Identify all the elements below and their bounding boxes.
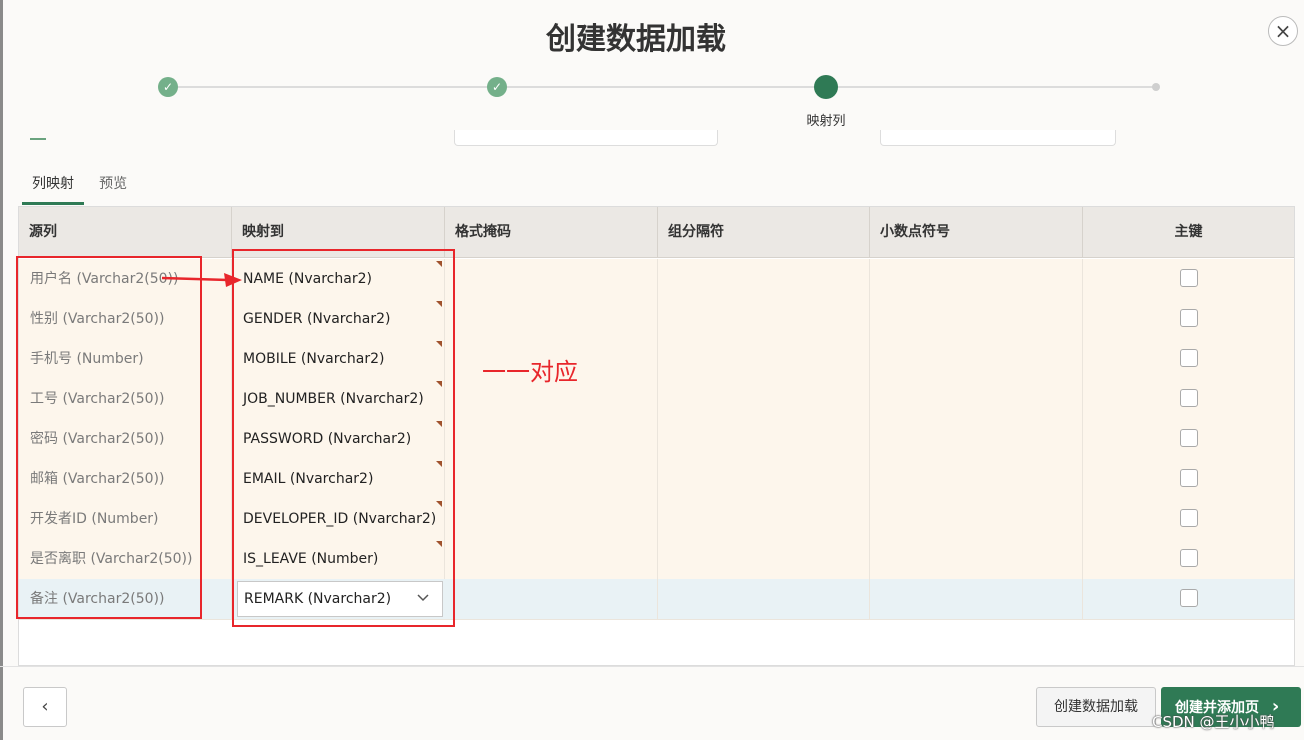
step-current-dot: [814, 75, 838, 99]
primary-key-checkbox[interactable]: [1180, 509, 1198, 527]
primary-key-checkbox[interactable]: [1180, 469, 1198, 487]
chevron-left-icon: ‹: [41, 696, 49, 717]
header-source-column[interactable]: 源列: [19, 207, 232, 257]
grid-header: 源列 映射到 格式掩码 组分隔符 小数点符号 主键: [19, 207, 1294, 258]
primary-key-checkbox[interactable]: [1180, 589, 1198, 607]
table-row[interactable]: 工号 (Varchar2(50)) JOB_NUMBER (Nvarchar2): [19, 379, 1294, 420]
header-primary-key[interactable]: 主键: [1083, 207, 1294, 257]
format-mask-cell[interactable]: [445, 299, 658, 339]
table-row[interactable]: 开发者ID (Number) DEVELOPER_ID (Nvarchar2): [19, 499, 1294, 540]
format-mask-cell[interactable]: [445, 579, 658, 619]
decimal-separator-cell[interactable]: [870, 379, 1083, 419]
group-separator-cell[interactable]: [658, 259, 870, 299]
table-row[interactable]: 手机号 (Number) MOBILE (Nvarchar2): [19, 339, 1294, 380]
decimal-separator-cell[interactable]: [870, 259, 1083, 299]
format-mask-cell[interactable]: [445, 539, 658, 579]
scrolled-field-edge: [454, 130, 718, 146]
decimal-separator-cell[interactable]: [870, 459, 1083, 499]
step-future-dot: [1152, 83, 1160, 91]
annotation-arrow-icon: [161, 273, 242, 287]
header-decimal-separator[interactable]: 小数点符号: [870, 207, 1083, 257]
progress-steps: ✓ ✓ 映射列: [0, 70, 1304, 130]
scrolled-field-edge: [880, 130, 1116, 146]
progress-track: [168, 86, 1158, 88]
group-separator-cell[interactable]: [658, 419, 870, 459]
group-separator-cell[interactable]: [658, 579, 870, 619]
decimal-separator-cell[interactable]: [870, 539, 1083, 579]
group-separator-cell[interactable]: [658, 299, 870, 339]
group-separator-cell[interactable]: [658, 339, 870, 379]
dialog-title: 创建数据加载: [546, 22, 726, 57]
decimal-separator-cell[interactable]: [870, 579, 1083, 619]
back-button[interactable]: ‹: [23, 687, 67, 727]
table-row-selected[interactable]: 备注 (Varchar2(50)) REMARK (Nvarchar2): [19, 579, 1294, 620]
annotation-target-box: [232, 249, 455, 627]
tab-bar: 列映射 预览: [22, 170, 137, 205]
tab-column-mapping[interactable]: 列映射: [22, 170, 84, 205]
primary-key-checkbox[interactable]: [1180, 549, 1198, 567]
header-group-separator[interactable]: 组分隔符: [658, 207, 870, 257]
table-row[interactable]: 邮箱 (Varchar2(50)) EMAIL (Nvarchar2): [19, 459, 1294, 500]
check-icon: ✓: [158, 77, 178, 97]
check-icon: ✓: [487, 77, 507, 97]
group-separator-cell[interactable]: [658, 539, 870, 579]
table-row[interactable]: 是否离职 (Varchar2(50)) IS_LEAVE (Number): [19, 539, 1294, 580]
decimal-separator-cell[interactable]: [870, 419, 1083, 459]
format-mask-cell[interactable]: [445, 459, 658, 499]
primary-key-checkbox[interactable]: [1180, 269, 1198, 287]
group-separator-cell[interactable]: [658, 499, 870, 539]
format-mask-cell[interactable]: [445, 419, 658, 459]
tab-preview[interactable]: 预览: [89, 170, 137, 202]
footer-divider: [0, 666, 1304, 667]
group-separator-cell[interactable]: [658, 379, 870, 419]
annotation-text: 一一对应: [482, 358, 578, 386]
table-row[interactable]: 性别 (Varchar2(50)) GENDER (Nvarchar2): [19, 299, 1294, 340]
scrolled-content-edge: [30, 138, 46, 140]
decimal-separator-cell[interactable]: [870, 299, 1083, 339]
format-mask-cell[interactable]: [445, 259, 658, 299]
watermark: CSDN @王小小鸭: [1152, 713, 1275, 731]
close-icon[interactable]: ×: [1268, 16, 1298, 46]
primary-key-checkbox[interactable]: [1180, 309, 1198, 327]
primary-key-checkbox[interactable]: [1180, 349, 1198, 367]
annotation-source-box: [16, 256, 202, 619]
header-format-mask[interactable]: 格式掩码: [445, 207, 658, 257]
table-row[interactable]: 密码 (Varchar2(50)) PASSWORD (Nvarchar2): [19, 419, 1294, 460]
decimal-separator-cell[interactable]: [870, 499, 1083, 539]
group-separator-cell[interactable]: [658, 459, 870, 499]
primary-key-checkbox[interactable]: [1180, 429, 1198, 447]
create-data-load-button[interactable]: 创建数据加载: [1036, 687, 1156, 727]
format-mask-cell[interactable]: [445, 499, 658, 539]
step-label-current: 映射列: [806, 114, 846, 129]
primary-key-checkbox[interactable]: [1180, 389, 1198, 407]
decimal-separator-cell[interactable]: [870, 339, 1083, 379]
